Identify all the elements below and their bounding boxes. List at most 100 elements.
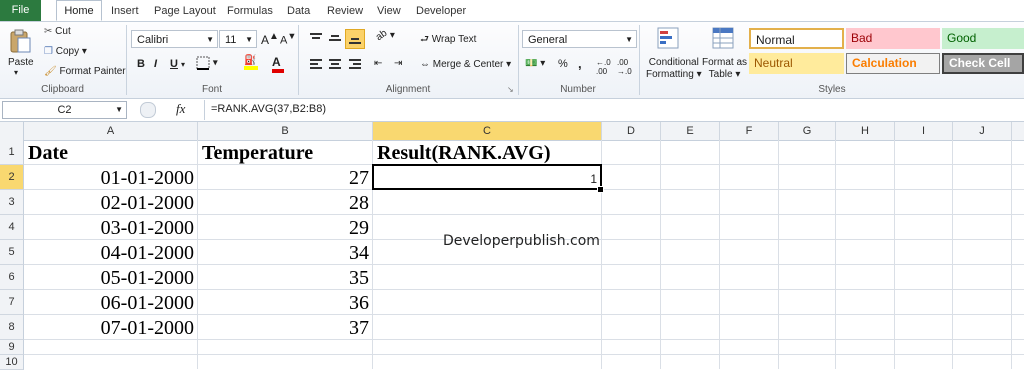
select-all-button[interactable]	[0, 122, 24, 140]
align-center-button[interactable]	[328, 58, 342, 70]
style-good[interactable]: Good	[942, 28, 1024, 49]
row-header-4[interactable]: 4	[0, 215, 24, 240]
increase-decimal-button[interactable]: ←.0.00	[596, 58, 611, 76]
font-size-select[interactable]: 11 ▼	[219, 30, 257, 48]
tab-review[interactable]: Review	[327, 3, 363, 19]
tab-data[interactable]: Data	[287, 3, 310, 19]
grid-line	[778, 140, 779, 369]
decrease-indent-icon: ⇤	[374, 58, 383, 69]
bold-button[interactable]: B	[137, 58, 145, 70]
italic-button[interactable]: I	[154, 58, 157, 70]
formula-input[interactable]: =RANK.AVG(37,B2:B8)	[211, 103, 326, 115]
row-header-10[interactable]: 10	[0, 355, 24, 370]
name-box[interactable]: C2 ▼	[2, 101, 127, 119]
shrink-font-button[interactable]: A▼	[280, 31, 296, 47]
column-header-f[interactable]: F	[720, 122, 779, 140]
borders-button[interactable]: ▾	[196, 56, 218, 70]
column-header-j[interactable]: J	[953, 122, 1012, 140]
align-left-button[interactable]	[309, 58, 323, 70]
dialog-launcher-icon[interactable]: ↘	[507, 85, 514, 94]
fill-color-button[interactable]: ⛽	[244, 55, 258, 70]
row-header-9[interactable]: 9	[0, 340, 24, 355]
column-header-d[interactable]: D	[602, 122, 661, 140]
cell-b8[interactable]: 37	[200, 317, 369, 340]
tab-formulas[interactable]: Formulas	[227, 3, 273, 19]
merge-center-button[interactable]: ⇔ Merge & Center ▾	[420, 59, 511, 70]
comma-button[interactable]: ,	[578, 56, 582, 71]
formula-bar-resize-handle[interactable]	[140, 102, 156, 118]
underline-button[interactable]: U	[170, 58, 178, 70]
column-header-a[interactable]: A	[24, 122, 198, 140]
row-header-8[interactable]: 8	[0, 315, 24, 340]
cell-a6[interactable]: 05-01-2000	[26, 267, 194, 290]
style-normal[interactable]: Normal	[749, 28, 844, 49]
format-painter-button[interactable]: 🖌 Format Painter	[44, 66, 126, 77]
paste-dropdown-icon[interactable]: ▾	[14, 68, 18, 77]
style-bad[interactable]: Bad	[846, 28, 940, 49]
increase-indent-button[interactable]: ⇥	[394, 58, 402, 69]
decrease-decimal-button[interactable]: .00 →.0	[617, 58, 632, 76]
fill-handle[interactable]	[597, 186, 604, 193]
tab-developer[interactable]: Developer	[416, 3, 466, 19]
cell-a3[interactable]: 02-01-2000	[26, 192, 194, 215]
copy-button[interactable]: ❐ Copy ▾	[44, 46, 87, 57]
style-neutral[interactable]: Neutral	[749, 53, 844, 74]
decrease-indent-button[interactable]: ⇤	[374, 58, 382, 69]
format-as-table-button[interactable]	[711, 26, 735, 50]
row-header-1[interactable]: 1	[0, 140, 24, 165]
column-header-h[interactable]: H	[836, 122, 895, 140]
number-format-select[interactable]: General ▼	[522, 30, 637, 48]
font-color-button[interactable]: A	[272, 55, 284, 73]
cell-b3[interactable]: 28	[200, 192, 369, 215]
tab-page-layout[interactable]: Page Layout	[154, 3, 216, 19]
cell-a5[interactable]: 04-01-2000	[26, 242, 194, 265]
cell-b5[interactable]: 34	[200, 242, 369, 265]
chevron-down-icon[interactable]: ▾	[181, 60, 185, 69]
cell-a7[interactable]: 06-01-2000	[26, 292, 194, 315]
tab-file[interactable]: File	[0, 0, 41, 21]
format-painter-label: Format Painter	[59, 66, 126, 78]
row-header-5[interactable]: 5	[0, 240, 24, 265]
row-header-3[interactable]: 3	[0, 190, 24, 215]
paste-button[interactable]	[8, 28, 32, 54]
cell-a2[interactable]: 01-01-2000	[26, 167, 194, 190]
align-top-button[interactable]	[309, 32, 323, 44]
cell-c1[interactable]: Result(RANK.AVG)	[377, 142, 551, 165]
align-right-button[interactable]	[348, 58, 362, 70]
cell-b7[interactable]: 36	[200, 292, 369, 315]
font-name-select[interactable]: Calibri ▼	[131, 30, 218, 48]
row-header-7[interactable]: 7	[0, 290, 24, 315]
cell-b1[interactable]: Temperature	[202, 142, 313, 165]
align-bottom-button[interactable]	[345, 29, 365, 49]
cell-a4[interactable]: 03-01-2000	[26, 217, 194, 240]
cell-a8[interactable]: 07-01-2000	[26, 317, 194, 340]
currency-button[interactable]: 💵 ▾	[525, 58, 545, 69]
percent-button[interactable]: %	[558, 58, 568, 70]
cell-a1[interactable]: Date	[28, 142, 68, 165]
conditional-formatting-button[interactable]	[656, 26, 680, 50]
align-middle-button[interactable]	[328, 32, 342, 44]
tab-view[interactable]: View	[377, 3, 401, 19]
grow-font-button[interactable]: A▲	[261, 31, 279, 47]
column-header-c[interactable]: C	[373, 122, 602, 140]
column-header-b[interactable]: B	[198, 122, 373, 140]
wrap-text-button[interactable]: ⮐ Wrap Text	[420, 32, 476, 49]
cell-b4[interactable]: 29	[200, 217, 369, 240]
cell-b2[interactable]: 27	[200, 167, 369, 190]
insert-function-button[interactable]: fx	[176, 101, 185, 117]
style-check-cell[interactable]: Check Cell	[942, 53, 1024, 74]
tab-insert[interactable]: Insert	[111, 3, 139, 19]
style-calculation[interactable]: Calculation	[846, 53, 940, 74]
copy-label: Copy	[55, 46, 80, 58]
column-header-g[interactable]: G	[779, 122, 836, 140]
column-header-i[interactable]: I	[895, 122, 953, 140]
orientation-button[interactable]: ab ▾	[374, 28, 395, 43]
table-label: Table	[708, 69, 733, 80]
tab-home[interactable]: Home	[56, 0, 102, 21]
row-header-6[interactable]: 6	[0, 265, 24, 290]
cell-b6[interactable]: 35	[200, 267, 369, 290]
column-header-e[interactable]: E	[661, 122, 720, 140]
wrap-text-label: Wrap Text	[431, 34, 477, 45]
cut-button[interactable]: ✂ Cut	[44, 26, 71, 37]
row-header-2[interactable]: 2	[0, 165, 24, 190]
